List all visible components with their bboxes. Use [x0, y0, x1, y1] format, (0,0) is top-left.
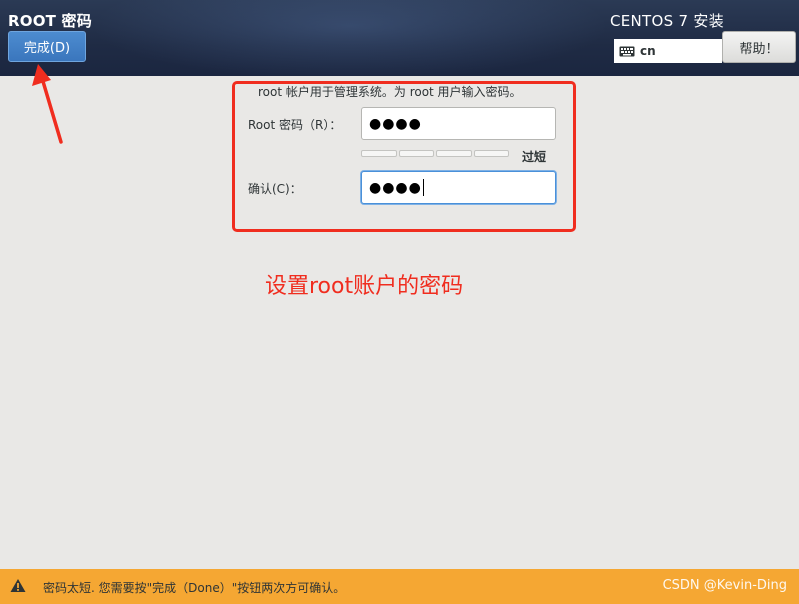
annotation-highlight-box: [232, 81, 576, 232]
annotation-caption: 设置root账户的密码: [265, 274, 464, 299]
screen-title: ROOT 密码: [8, 12, 92, 30]
warning-bar: 密码太短. 您需要按"完成（Done）"按钮两次方可确认。 CSDN @Kevi…: [0, 569, 799, 604]
keyboard-layout-indicator[interactable]: cn: [614, 39, 722, 63]
header-bar: ROOT 密码 完成(D) CENTOS 7 安装 cn 帮助！: [0, 0, 799, 76]
keyboard-layout-label: cn: [640, 44, 656, 58]
watermark: CSDN @Kevin-Ding: [662, 578, 787, 593]
annotation-arrow-icon: [32, 64, 63, 144]
product-title: CENTOS 7 安装: [609, 12, 724, 30]
warning-message: 密码太短. 您需要按"完成（Done）"按钮两次方可确认。: [43, 581, 346, 595]
warning-icon: [10, 579, 26, 592]
done-button[interactable]: 完成(D): [8, 31, 86, 62]
keyboard-icon: [619, 46, 635, 56]
header-background: [90, 0, 610, 76]
help-button[interactable]: 帮助！: [722, 31, 796, 63]
